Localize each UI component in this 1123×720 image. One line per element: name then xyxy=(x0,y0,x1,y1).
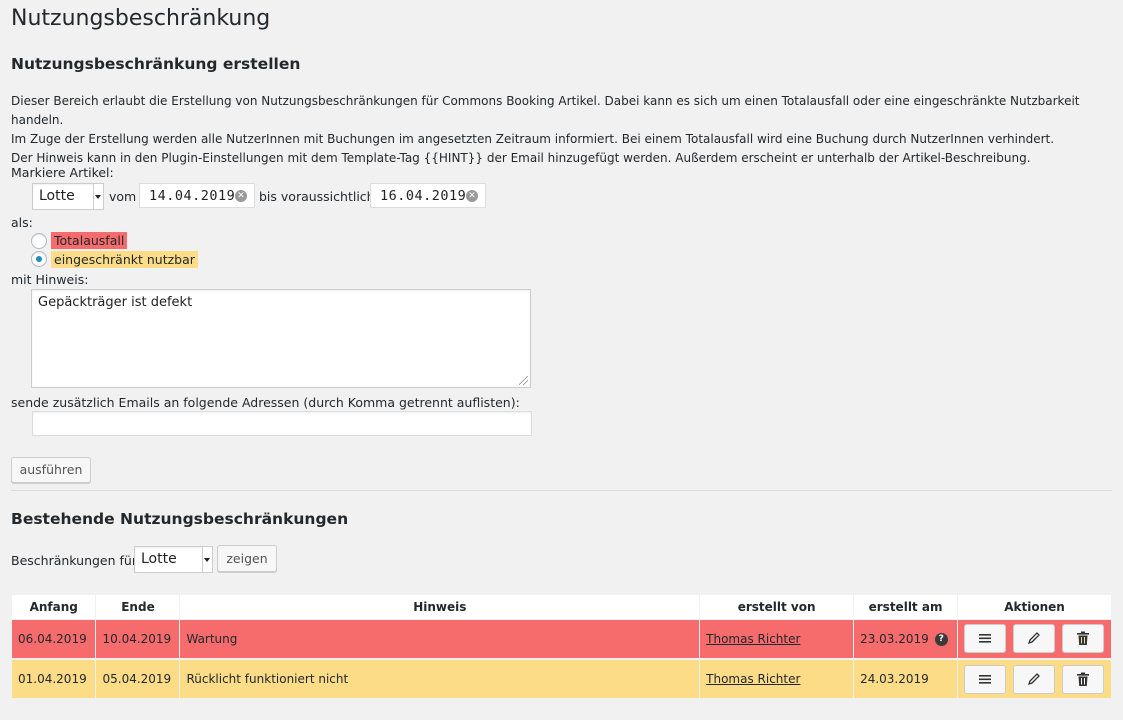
table-header-row: Anfang Ende Hinweis erstellt von erstell… xyxy=(12,595,1112,620)
to-date-input[interactable]: 16.04.2019 ✕ xyxy=(370,183,486,208)
filter-label: Beschränkungen für: xyxy=(11,553,141,568)
to-label: bis voraussichtlich xyxy=(259,189,375,204)
edit-icon xyxy=(1027,672,1040,685)
existing-heading: Bestehende Nutzungsbeschränkungen xyxy=(11,510,349,528)
column-header: Aktionen xyxy=(957,595,1112,620)
divider xyxy=(11,490,1112,491)
restrictions-table: Anfang Ende Hinweis erstellt von erstell… xyxy=(12,595,1112,700)
radio-total[interactable] xyxy=(31,233,47,249)
cell-actions xyxy=(957,619,1112,660)
resize-grip-icon[interactable] xyxy=(519,376,528,385)
cell-created-by: Thomas Richter xyxy=(699,619,855,660)
as-label: als: xyxy=(11,215,33,230)
create-description: Dieser Bereich erlaubt die Erstellung vo… xyxy=(11,92,1116,168)
delete-button[interactable] xyxy=(1061,664,1104,694)
delete-button[interactable] xyxy=(1061,624,1104,654)
item-select-value: Lotte xyxy=(39,188,75,204)
show-button[interactable]: zeigen xyxy=(217,545,277,572)
user-link[interactable]: Thomas Richter xyxy=(706,672,800,686)
cell-created-at: 23.03.2019? xyxy=(853,619,959,660)
cell-hint: Rücklicht funktioniert nicht xyxy=(179,659,701,700)
page-title: Nutzungsbeschränkung xyxy=(11,6,271,31)
trash-icon xyxy=(1076,631,1089,646)
details-button[interactable] xyxy=(964,624,1007,654)
details-button[interactable] xyxy=(964,664,1007,694)
hint-label: mit Hinweis: xyxy=(11,272,89,287)
submit-button[interactable]: ausführen xyxy=(11,457,91,483)
clear-icon[interactable]: ✕ xyxy=(466,190,478,202)
hint-value: Gepäckträger ist defekt xyxy=(38,295,193,310)
from-label: vom xyxy=(109,189,137,204)
option-total-label: Totalausfall xyxy=(51,232,128,249)
column-header: Hinweis xyxy=(179,595,701,620)
help-icon[interactable]: ? xyxy=(934,632,948,646)
menu-icon xyxy=(979,634,992,643)
to-date-value: 16.04.2019 xyxy=(380,188,467,204)
chevron-down-icon xyxy=(95,194,101,199)
hint-textarea[interactable]: Gepäckträger ist defekt xyxy=(31,289,531,388)
cell-created-by: Thomas Richter xyxy=(699,659,855,700)
option-limited-label: eingeschränkt nutzbar xyxy=(51,251,198,268)
column-header: Anfang xyxy=(12,595,97,620)
emails-label: sende zusätzlich Emails an folgende Adre… xyxy=(11,395,520,410)
description-line: Der Hinweis kann in den Plugin-Einstellu… xyxy=(11,151,1031,165)
edit-icon xyxy=(1027,632,1040,645)
item-select[interactable]: Lotte xyxy=(32,183,104,210)
cell-start: 06.04.2019 xyxy=(12,619,97,660)
edit-button[interactable] xyxy=(1012,624,1055,654)
cell-created-at: 24.03.2019 xyxy=(853,659,959,700)
description-line: Dieser Bereich erlaubt die Erstellung vo… xyxy=(11,94,1080,127)
description-line: Im Zuge der Erstellung werden alle Nutze… xyxy=(11,132,1055,146)
emails-input[interactable] xyxy=(32,411,532,436)
from-date-input[interactable]: 14.04.2019 ✕ xyxy=(139,183,255,208)
create-heading: Nutzungsbeschränkung erstellen xyxy=(11,55,301,73)
trash-icon xyxy=(1076,672,1089,686)
cell-end: 10.04.2019 xyxy=(95,619,181,660)
item-label: Markiere Artikel: xyxy=(11,165,114,180)
clear-icon[interactable]: ✕ xyxy=(235,190,247,202)
cell-hint: Wartung xyxy=(179,619,701,660)
table-row: 01.04.2019 05.04.2019 Rücklicht funktion… xyxy=(12,659,1112,700)
column-header: erstellt von xyxy=(699,595,855,620)
filter-select-value: Lotte xyxy=(141,551,177,567)
table-row: 06.04.2019 10.04.2019 Wartung Thomas Ric… xyxy=(12,619,1112,660)
cell-end: 05.04.2019 xyxy=(95,659,181,700)
user-link[interactable]: Thomas Richter xyxy=(706,632,800,646)
radio-limited[interactable] xyxy=(31,251,47,267)
from-date-value: 14.04.2019 xyxy=(149,188,236,204)
column-header: Ende xyxy=(95,595,181,620)
cell-actions xyxy=(957,659,1112,700)
column-header: erstellt am xyxy=(853,595,959,620)
filter-select[interactable]: Lotte xyxy=(134,546,213,573)
chevron-down-icon xyxy=(204,557,210,562)
edit-button[interactable] xyxy=(1012,664,1055,694)
cell-start: 01.04.2019 xyxy=(12,659,97,700)
menu-icon xyxy=(979,674,992,684)
